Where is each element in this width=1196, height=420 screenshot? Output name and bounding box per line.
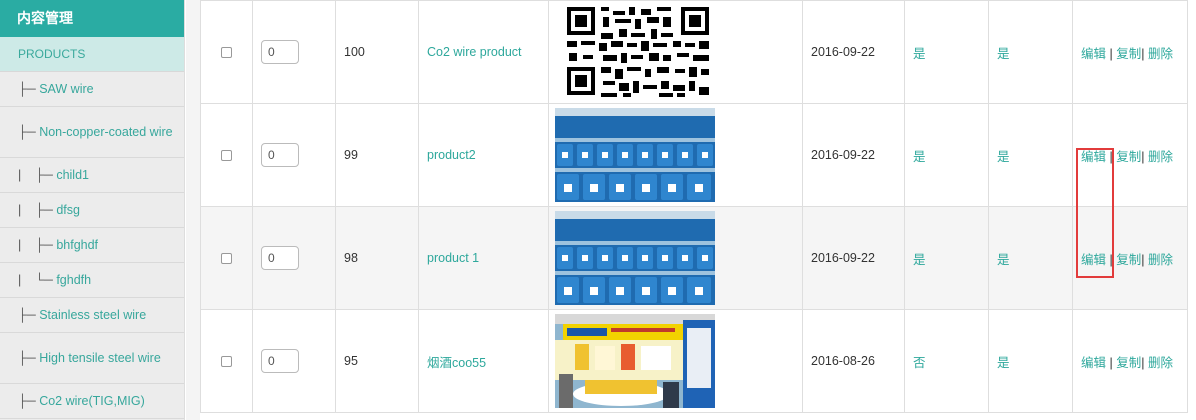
content-table: 100 Co2 wire product	[200, 0, 1188, 413]
tree-connector: ├─	[18, 394, 40, 408]
thumbnail-cell	[548, 0, 803, 104]
tree-connector: ├─	[18, 82, 40, 96]
sidebar-item-label: child1	[56, 168, 89, 182]
thumbnail-cell	[548, 103, 803, 207]
sidebar-item-label: fghdfh	[56, 273, 92, 287]
actions-cell: 编辑 | 复制| 删除	[1072, 0, 1188, 104]
flag-a-toggle[interactable]: 是	[904, 0, 989, 104]
tree-connector: | ├─	[18, 203, 57, 217]
id-cell: 95	[335, 309, 419, 413]
row-select-cell	[200, 0, 253, 104]
content-gutter	[186, 0, 200, 420]
delete-link[interactable]: 删除	[1148, 150, 1173, 164]
actions-cell: 编辑 | 复制| 删除	[1072, 103, 1188, 207]
flag-a-toggle[interactable]: 是	[904, 103, 989, 207]
title-link[interactable]: 烟酒coo55	[418, 309, 549, 413]
sidebar-category-products[interactable]: PRODUCTS	[0, 37, 184, 72]
edit-link[interactable]: 编辑	[1081, 150, 1106, 164]
table-row: 99 product2	[200, 103, 1188, 207]
title-link[interactable]: product 1	[418, 206, 549, 310]
sort-order-input[interactable]	[261, 349, 299, 373]
sidebar: 内容管理 PRODUCTS ├─ SAW wire ├─ Non-copper-…	[0, 0, 185, 420]
copy-link[interactable]: 复制	[1116, 150, 1141, 164]
tree-connector: ├─	[18, 308, 40, 322]
flag-b-toggle[interactable]: 是	[988, 0, 1073, 104]
row-select-cell	[200, 103, 253, 207]
table-row: 95 烟酒coo55	[200, 309, 1188, 413]
sidebar-header: 内容管理	[0, 0, 184, 37]
tree-connector: | ├─	[18, 168, 57, 182]
row-checkbox[interactable]	[221, 253, 232, 265]
flag-a-toggle[interactable]: 是	[904, 206, 989, 310]
row-select-cell	[200, 206, 253, 310]
sidebar-item-fghdfh[interactable]: | └─ fghdfh	[0, 263, 184, 298]
flag-a-toggle[interactable]: 否	[904, 309, 989, 413]
thumbnail-cell	[548, 309, 803, 413]
tree-connector: ├─	[18, 125, 40, 139]
sidebar-item-bhfghdf[interactable]: | ├─ bhfghdf	[0, 228, 184, 263]
edit-link[interactable]: 编辑	[1081, 47, 1106, 61]
date-cell: 2016-09-22	[802, 0, 905, 104]
copy-link[interactable]: 复制	[1116, 356, 1141, 370]
actions-cell: 编辑 | 复制| 删除	[1072, 309, 1188, 413]
sidebar-item-label: bhfghdf	[56, 238, 99, 252]
id-cell: 99	[335, 103, 419, 207]
blue-drums-thumbnail[interactable]	[555, 211, 715, 305]
thumbnail-cell	[548, 206, 803, 310]
flag-b-toggle[interactable]: 是	[988, 206, 1073, 310]
sidebar-item-label: Non-copper-coated wire	[39, 125, 173, 139]
flag-b-toggle[interactable]: 是	[988, 309, 1073, 413]
sort-cell	[252, 0, 336, 104]
row-checkbox[interactable]	[221, 47, 232, 59]
tree-connector: ├─	[18, 351, 40, 365]
sort-order-input[interactable]	[261, 143, 299, 167]
actions-cell: 编辑 | 复制| 删除	[1072, 206, 1188, 310]
delete-link[interactable]: 删除	[1148, 356, 1173, 370]
content-table-wrap: 100 Co2 wire product	[200, 0, 1196, 420]
sort-cell	[252, 206, 336, 310]
sidebar-item-high-tensile-steel-wire[interactable]: ├─ High tensile steel wire	[0, 333, 184, 384]
flag-b-toggle[interactable]: 是	[988, 103, 1073, 207]
edit-link[interactable]: 编辑	[1081, 356, 1106, 370]
tree-connector: | └─	[18, 273, 57, 287]
sort-cell	[252, 309, 336, 413]
sidebar-item-child1[interactable]: | ├─ child1	[0, 158, 184, 193]
edit-link[interactable]: 编辑	[1081, 253, 1106, 267]
delete-link[interactable]: 删除	[1148, 47, 1173, 61]
row-select-cell	[200, 309, 253, 413]
sidebar-item-non-copper-coated-wire[interactable]: ├─ Non-copper-coated wire	[0, 107, 184, 158]
id-cell: 100	[335, 0, 419, 104]
date-cell: 2016-09-22	[802, 206, 905, 310]
date-cell: 2016-08-26	[802, 309, 905, 413]
table-row: 98 product 1	[200, 206, 1188, 310]
sidebar-item-label: dfsg	[56, 203, 80, 217]
blue-drums-thumbnail[interactable]	[555, 108, 715, 202]
sort-order-input[interactable]	[261, 246, 299, 270]
delete-link[interactable]: 删除	[1148, 253, 1173, 267]
sidebar-item-label: Co2 wire(TIG,MIG)	[39, 394, 145, 408]
title-link[interactable]: Co2 wire product	[418, 0, 549, 104]
date-cell: 2016-09-22	[802, 103, 905, 207]
exhibition-booth-thumbnail[interactable]	[555, 314, 715, 408]
row-checkbox[interactable]	[221, 356, 232, 368]
sidebar-item-dfsg[interactable]: | ├─ dfsg	[0, 193, 184, 228]
sidebar-item-saw-wire[interactable]: ├─ SAW wire	[0, 72, 184, 107]
sidebar-item-co2-wire[interactable]: ├─ Co2 wire(TIG,MIG)	[0, 384, 184, 419]
copy-link[interactable]: 复制	[1116, 47, 1141, 61]
row-checkbox[interactable]	[221, 150, 232, 162]
sidebar-item-stainless-steel-wire[interactable]: ├─ Stainless steel wire	[0, 298, 184, 333]
title-link[interactable]: product2	[418, 103, 549, 207]
sort-order-input[interactable]	[261, 40, 299, 64]
copy-link[interactable]: 复制	[1116, 253, 1141, 267]
qr-code-thumbnail[interactable]	[563, 5, 715, 99]
sort-cell	[252, 103, 336, 207]
tree-connector: | ├─	[18, 238, 57, 252]
id-cell: 98	[335, 206, 419, 310]
table-row: 100 Co2 wire product	[200, 0, 1188, 104]
sidebar-item-label: Stainless steel wire	[39, 308, 147, 322]
sidebar-item-label: High tensile steel wire	[39, 351, 161, 365]
sidebar-item-label: SAW wire	[39, 82, 94, 96]
